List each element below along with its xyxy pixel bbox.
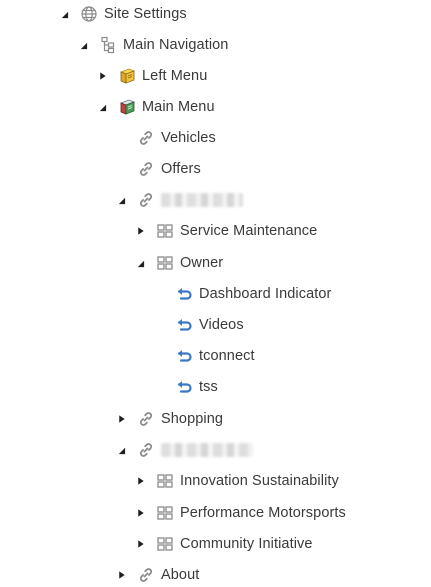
tree-node-label[interactable]: Main Navigation	[123, 37, 228, 53]
collapse-toggle[interactable]	[58, 3, 70, 25]
toggle-spacer	[115, 158, 127, 180]
tree-node-label[interactable]: Videos	[199, 317, 244, 333]
redacted-label[interactable]	[161, 193, 243, 207]
tree-node-main-menu[interactable]: Main Menu	[96, 96, 215, 118]
tree-node-service-maintenance[interactable]: Service Maintenance	[134, 220, 317, 242]
tree-node-dashboard-indicator[interactable]: Dashboard Indicator	[153, 283, 331, 305]
tree-node-performance-motorsports[interactable]: Performance Motorsports	[134, 502, 346, 524]
link-icon	[137, 129, 155, 147]
toggle-spacer	[153, 283, 165, 305]
tree-node-innovation-sustainability[interactable]: Innovation Sustainability	[134, 470, 339, 492]
link-icon	[137, 410, 155, 428]
link-icon	[137, 160, 155, 178]
menu-book-icon	[118, 98, 136, 116]
tree-node-label[interactable]: tconnect	[199, 348, 255, 364]
collapse-toggle[interactable]	[96, 96, 108, 118]
collapse-toggle[interactable]	[115, 439, 127, 461]
refresh-link-icon	[175, 347, 193, 365]
tree-node-label[interactable]: tss	[199, 379, 218, 395]
expand-toggle[interactable]	[134, 470, 146, 492]
tree-node-shopping[interactable]: Shopping	[115, 408, 223, 430]
collapse-toggle[interactable]	[115, 189, 127, 211]
toggle-spacer	[115, 127, 127, 149]
tree-node-label[interactable]: Site Settings	[104, 6, 187, 22]
tree-node-redacted[interactable]	[115, 439, 253, 461]
tree-node-label[interactable]: Innovation Sustainability	[180, 473, 339, 489]
refresh-link-icon	[175, 378, 193, 396]
tree-node-label[interactable]: Main Menu	[142, 99, 215, 115]
tree-node-redacted[interactable]	[115, 189, 243, 211]
tree-node-label[interactable]: Service Maintenance	[180, 223, 317, 239]
expand-toggle[interactable]	[134, 502, 146, 524]
collapse-toggle[interactable]	[134, 252, 146, 274]
expand-toggle[interactable]	[134, 533, 146, 555]
refresh-link-icon	[175, 316, 193, 334]
grid-icon	[156, 472, 174, 490]
tree-node-vehicles[interactable]: Vehicles	[115, 127, 216, 149]
tree-node-label[interactable]: Left Menu	[142, 68, 207, 84]
grid-icon	[156, 222, 174, 240]
tree-node-label[interactable]: Shopping	[161, 411, 223, 427]
tree-node-tss[interactable]: tss	[153, 376, 218, 398]
toggle-spacer	[153, 376, 165, 398]
refresh-link-icon	[175, 285, 193, 303]
toggle-spacer	[153, 314, 165, 336]
tree-node-label[interactable]: Offers	[161, 161, 201, 177]
tree-node-label[interactable]: Vehicles	[161, 130, 216, 146]
tree-node-label[interactable]: Dashboard Indicator	[199, 286, 331, 302]
tree-node-left-menu[interactable]: Left Menu	[96, 65, 207, 87]
tree-node-offers[interactable]: Offers	[115, 158, 201, 180]
expand-toggle[interactable]	[115, 564, 127, 586]
grid-icon	[156, 535, 174, 553]
tree-node-main-navigation[interactable]: Main Navigation	[77, 34, 228, 56]
globe-icon	[80, 5, 98, 23]
tree-node-label[interactable]: About	[161, 567, 199, 583]
tree-node-community-initiative[interactable]: Community Initiative	[134, 533, 313, 555]
grid-icon	[156, 504, 174, 522]
tree-node-owner[interactable]: Owner	[134, 252, 223, 274]
tree-node-label[interactable]: Owner	[180, 255, 223, 271]
tree-node-label[interactable]: Performance Motorsports	[180, 505, 346, 521]
collapse-toggle[interactable]	[77, 34, 89, 56]
expand-toggle[interactable]	[115, 408, 127, 430]
tree-node-site-settings[interactable]: Site Settings	[58, 3, 187, 25]
menu-book-icon	[118, 67, 136, 85]
link-icon	[137, 566, 155, 584]
tree-node-videos[interactable]: Videos	[153, 314, 244, 336]
tree-node-label[interactable]: Community Initiative	[180, 536, 313, 552]
hierarchy-icon	[99, 36, 117, 54]
expand-toggle[interactable]	[134, 220, 146, 242]
link-icon	[137, 441, 155, 459]
tree-node-about[interactable]: About	[115, 564, 199, 586]
grid-icon	[156, 254, 174, 272]
expand-toggle[interactable]	[96, 65, 108, 87]
tree-node-tconnect[interactable]: tconnect	[153, 345, 255, 367]
toggle-spacer	[153, 345, 165, 367]
link-icon	[137, 191, 155, 209]
redacted-label[interactable]	[161, 443, 253, 457]
